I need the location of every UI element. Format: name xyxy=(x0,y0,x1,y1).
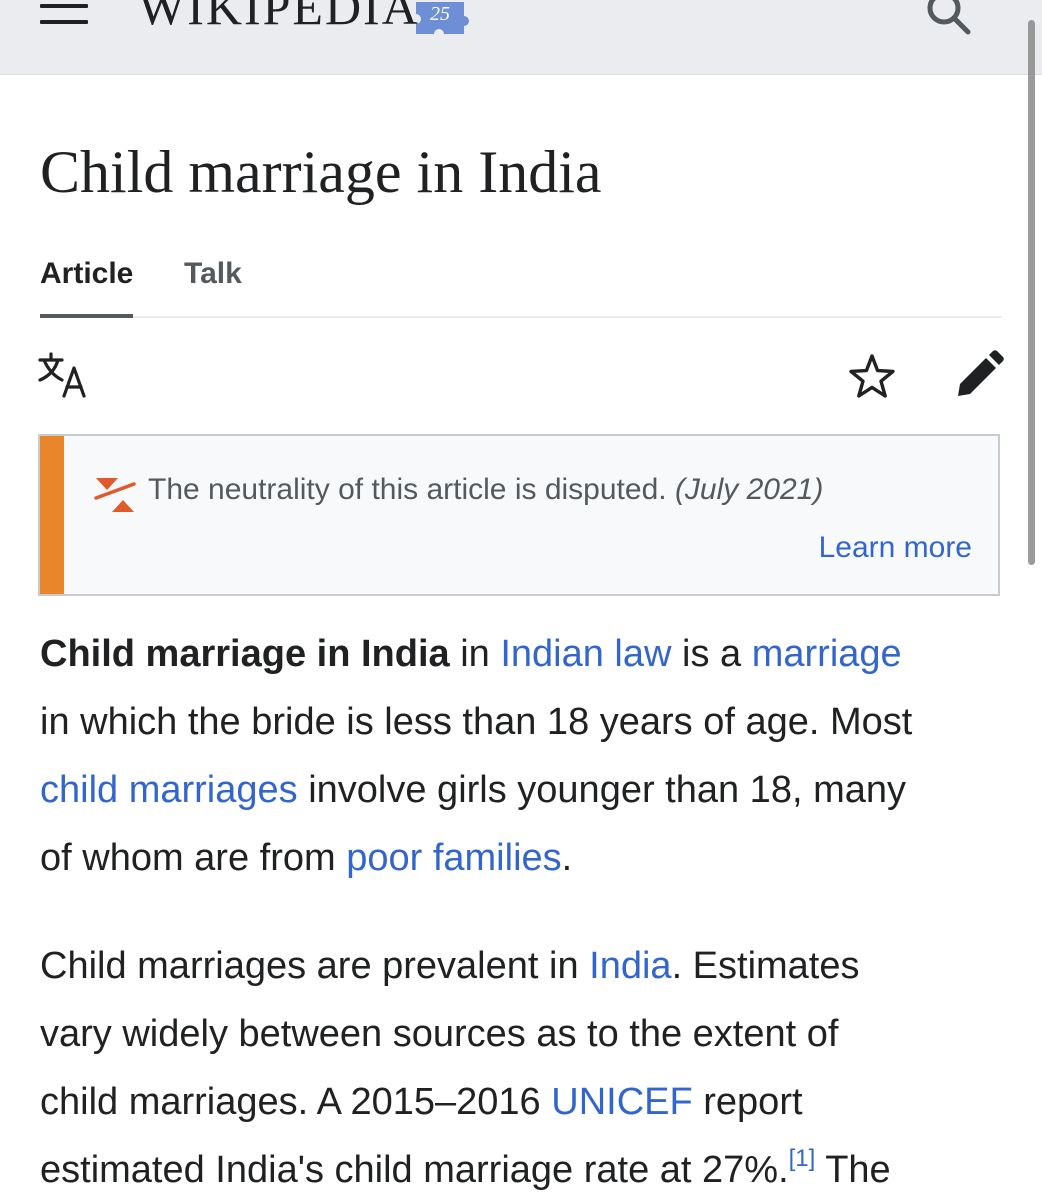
notice-message: The neutrality of this article is disput… xyxy=(148,473,667,506)
anniversary-badge-icon: 25 xyxy=(416,2,469,34)
text-span: involve girls younger than 18, many xyxy=(297,769,906,811)
reference-1-link[interactable]: [1] xyxy=(789,1145,816,1172)
notice-text: The neutrality of this article is disput… xyxy=(148,468,823,512)
paragraph-line: Child marriage in India in Indian law is… xyxy=(40,620,912,688)
link-marriage[interactable]: marriage xyxy=(752,633,902,675)
text-span: estimated India's child marriage rate at… xyxy=(40,1149,789,1191)
paragraph-line: child marriages involve girls younger th… xyxy=(40,756,912,824)
link-india[interactable]: India xyxy=(589,945,671,987)
wikipedia-wordmark[interactable]: WIKIPEDIA xyxy=(138,0,420,36)
paragraph-line: vary widely between sources as to the ex… xyxy=(40,1013,839,1055)
link-poor-families[interactable]: poor families xyxy=(346,837,561,879)
text-span: . Estimates xyxy=(671,945,860,987)
tab-article[interactable]: Article xyxy=(40,252,134,318)
text-span: report xyxy=(692,1081,803,1123)
notice-accent-bar xyxy=(40,436,64,594)
article-tabs: Article Talk xyxy=(40,252,1002,318)
paragraph-line: estimated India's child marriage rate at… xyxy=(40,1136,891,1200)
paragraph-line: in which the bride is less than 18 years… xyxy=(40,701,913,743)
notice-date: (July 2021) xyxy=(674,473,824,506)
text-span: The xyxy=(815,1149,891,1191)
neutrality-notice: The neutrality of this article is disput… xyxy=(38,434,1000,596)
scales-disputed-icon xyxy=(94,478,136,512)
paragraph-line: child marriages. A 2015–2016 UNICEF repo… xyxy=(40,1068,891,1136)
text-span: Child marriages are prevalent in xyxy=(40,945,590,987)
text-span: child marriages. A 2015–2016 xyxy=(40,1081,552,1123)
link-child-marriages[interactable]: child marriages xyxy=(40,769,298,811)
paragraph-line: Child marriages are prevalent in India. … xyxy=(40,932,891,1000)
text-span: . xyxy=(561,837,573,879)
bold-subject: Child marriage in India xyxy=(40,633,450,675)
scrollbar[interactable] xyxy=(1028,20,1035,565)
learn-more-link[interactable]: Learn more xyxy=(819,526,972,570)
badge-text: 25 xyxy=(430,3,450,25)
lead-paragraph: Child marriage in India in Indian law is… xyxy=(40,620,912,892)
paragraph-line: of whom are from poor families. xyxy=(40,824,912,892)
search-icon[interactable] xyxy=(924,0,972,36)
edit-icon[interactable] xyxy=(954,350,1004,400)
text-span: of whom are from xyxy=(40,837,347,879)
tab-talk[interactable]: Talk xyxy=(184,252,242,296)
text-span: is a xyxy=(671,633,752,675)
translate-icon[interactable] xyxy=(38,352,90,398)
text-span: in xyxy=(449,633,501,675)
top-header: WIKIPEDIA 25 xyxy=(0,0,1042,75)
page-title: Child marriage in India xyxy=(40,139,602,205)
link-indian-law[interactable]: Indian law xyxy=(500,633,671,675)
link-unicef[interactable]: UNICEF xyxy=(551,1081,692,1123)
menu-icon[interactable] xyxy=(40,0,88,30)
star-icon[interactable] xyxy=(848,352,896,400)
second-paragraph: Child marriages are prevalent in India. … xyxy=(40,932,891,1200)
